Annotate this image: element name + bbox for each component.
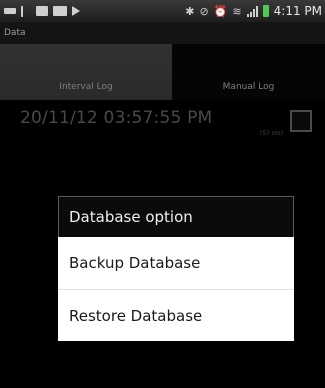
play-icon <box>72 6 80 16</box>
tab-interval-log[interactable]: Interval Log <box>0 44 172 100</box>
status-bar: ✱ ⊘ ⏰ ≋ 4:11 PM <box>0 0 325 22</box>
log-detail: (57 ms) <box>260 130 284 137</box>
log-checkbox[interactable] <box>290 110 312 132</box>
mute-icon: ⊘ <box>199 4 209 18</box>
backup-database-option[interactable]: Backup Database <box>58 237 294 289</box>
battery-icon <box>262 5 269 17</box>
status-time: 4:11 PM <box>273 4 322 18</box>
tab-manual-log-label: Manual Log <box>222 82 275 92</box>
status-bar-right: ✱ ⊘ ⏰ ≋ 4:11 PM <box>185 4 322 18</box>
signal-icon <box>246 5 258 17</box>
status-bar-left <box>4 5 80 17</box>
tab-bar: Interval Log Manual Log <box>0 44 325 100</box>
bluetooth-icon: ✱ <box>185 4 195 18</box>
keyboard-icon <box>4 8 16 14</box>
alarm-icon: ⏰ <box>213 4 228 18</box>
log-entry[interactable]: 20/11/12 03:57:55 PM (57 ms) <box>0 100 325 160</box>
tab-manual-log[interactable]: Manual Log <box>172 44 325 100</box>
log-timestamp: 20/11/12 03:57:55 PM <box>20 108 213 128</box>
database-option-dialog: Database option Backup Database Restore … <box>58 196 294 341</box>
wifi-icon: ≋ <box>232 4 242 18</box>
tab-interval-log-label: Interval Log <box>59 82 113 92</box>
image-icon <box>36 6 48 16</box>
restore-database-option[interactable]: Restore Database <box>58 289 294 341</box>
app-title: Data <box>0 22 325 44</box>
gallery-icon <box>53 6 67 16</box>
usb-icon <box>21 5 31 17</box>
dialog-title: Database option <box>58 196 294 237</box>
